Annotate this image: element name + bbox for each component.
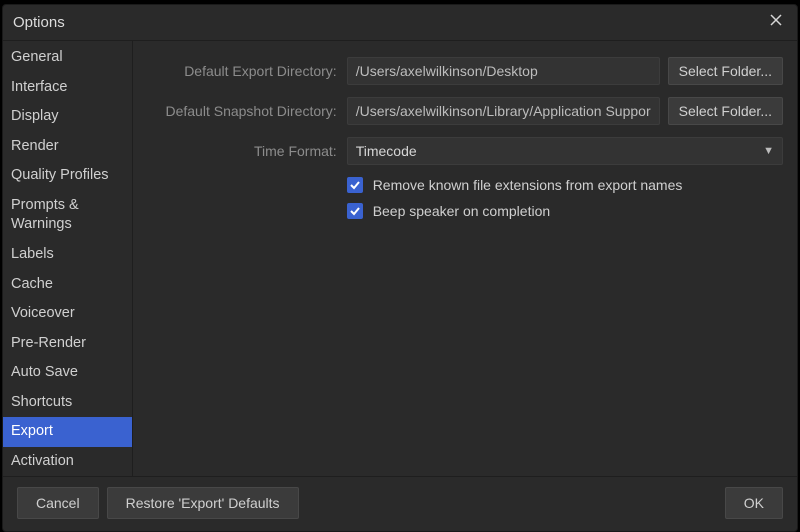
sidebar-item-label: Voiceover: [11, 305, 75, 321]
sidebar-item-label: Auto Save: [11, 364, 78, 380]
sidebar-item-labels[interactable]: Labels: [3, 240, 132, 270]
sidebar-item-prompts-warnings[interactable]: Prompts & Warnings: [3, 191, 132, 240]
time-format-select[interactable]: Timecode ▼: [347, 137, 783, 165]
remove-extensions-checkbox[interactable]: [347, 177, 363, 193]
sidebar-item-label: Activation: [11, 453, 74, 469]
sidebar-item-shortcuts[interactable]: Shortcuts: [3, 388, 132, 418]
content-panel: Default Export Directory: /Users/axelwil…: [133, 41, 797, 476]
sidebar-item-label: Render: [11, 138, 59, 154]
restore-defaults-button[interactable]: Restore 'Export' Defaults: [107, 487, 299, 519]
close-icon[interactable]: [765, 11, 787, 34]
sidebar-item-pre-render[interactable]: Pre-Render: [3, 329, 132, 359]
sidebar-item-general[interactable]: General: [3, 43, 132, 73]
sidebar-item-label: Interface: [11, 79, 67, 95]
sidebar-item-activation[interactable]: Activation: [3, 447, 132, 477]
export-directory-select-button[interactable]: Select Folder...: [668, 57, 783, 85]
options-dialog: Options General Interface Display Render…: [2, 4, 798, 532]
sidebar-item-label: Prompts & Warnings: [11, 197, 79, 233]
sidebar-item-label: Quality Profiles: [11, 167, 109, 183]
cancel-button[interactable]: Cancel: [17, 487, 99, 519]
sidebar-item-label: Display: [11, 108, 59, 124]
sidebar: General Interface Display Render Quality…: [3, 41, 133, 476]
row-export-directory: Default Export Directory: /Users/axelwil…: [147, 57, 783, 85]
sidebar-item-display[interactable]: Display: [3, 102, 132, 132]
sidebar-item-label: Pre-Render: [11, 335, 86, 351]
beep-completion-checkbox[interactable]: [347, 203, 363, 219]
sidebar-item-label: Export: [11, 423, 53, 439]
row-beep-completion: Beep speaker on completion: [147, 203, 783, 219]
sidebar-item-voiceover[interactable]: Voiceover: [3, 299, 132, 329]
snapshot-directory-select-button[interactable]: Select Folder...: [668, 97, 783, 125]
chevron-down-icon: ▼: [763, 145, 774, 157]
footer: Cancel Restore 'Export' Defaults OK: [3, 476, 797, 531]
sidebar-item-label: Shortcuts: [11, 394, 72, 410]
dialog-body: General Interface Display Render Quality…: [3, 41, 797, 476]
sidebar-item-render[interactable]: Render: [3, 132, 132, 162]
sidebar-item-label: Cache: [11, 276, 53, 292]
sidebar-item-export[interactable]: Export: [3, 417, 132, 447]
sidebar-item-quality-profiles[interactable]: Quality Profiles: [3, 161, 132, 191]
time-format-label: Time Format:: [147, 143, 347, 159]
export-directory-input[interactable]: /Users/axelwilkinson/Desktop: [347, 57, 660, 85]
export-directory-label: Default Export Directory:: [147, 63, 347, 79]
beep-completion-label: Beep speaker on completion: [373, 203, 550, 219]
ok-button[interactable]: OK: [725, 487, 783, 519]
snapshot-directory-label: Default Snapshot Directory:: [147, 103, 347, 119]
sidebar-item-label: General: [11, 49, 63, 65]
time-format-value: Timecode: [356, 143, 417, 159]
titlebar: Options: [3, 5, 797, 41]
window-title: Options: [13, 14, 65, 31]
sidebar-item-auto-save[interactable]: Auto Save: [3, 358, 132, 388]
remove-extensions-label: Remove known file extensions from export…: [373, 177, 683, 193]
row-snapshot-directory: Default Snapshot Directory: /Users/axelw…: [147, 97, 783, 125]
sidebar-item-cache[interactable]: Cache: [3, 270, 132, 300]
row-remove-extensions: Remove known file extensions from export…: [147, 177, 783, 193]
sidebar-item-label: Labels: [11, 246, 54, 262]
sidebar-item-interface[interactable]: Interface: [3, 73, 132, 103]
row-time-format: Time Format: Timecode ▼: [147, 137, 783, 165]
snapshot-directory-input[interactable]: /Users/axelwilkinson/Library/Application…: [347, 97, 660, 125]
